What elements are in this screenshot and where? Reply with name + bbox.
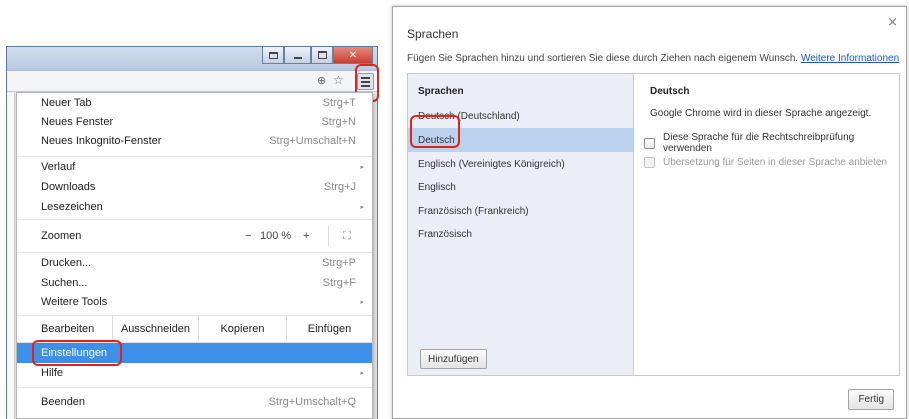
menu-item-find[interactable]: Suchen... Strg+F [17, 273, 372, 293]
menu-item-zoom: Zoomen − 100 % + ⛶ [17, 226, 372, 246]
zoom-level: 100 % [260, 230, 292, 242]
translate-checkbox[interactable] [644, 157, 655, 168]
close-icon[interactable]: × [887, 15, 898, 30]
menu-item-new-window[interactable]: Neues Fenster Strg+N [17, 112, 372, 132]
languages-dialog: Sprachen × Fügen Sie Sprachen hinzu und … [392, 6, 907, 419]
menu-item-exit[interactable]: Beenden Strg+Umschalt+Q [17, 392, 372, 412]
restore-icon [268, 51, 278, 59]
translate-option[interactable]: Übersetzung für Seiten in dieser Sprache… [644, 157, 887, 168]
chrome-menu-button[interactable] [357, 73, 374, 90]
menu-divider [328, 226, 329, 246]
add-language-button[interactable]: Hinzufügen [420, 349, 487, 369]
done-button[interactable]: Fertig [848, 389, 894, 410]
chevron-right-icon: ▸ [360, 164, 364, 171]
language-item[interactable]: Französisch [408, 222, 633, 246]
menu-item-print[interactable]: Drucken... Strg+P [17, 253, 372, 273]
page-content-edge [7, 93, 15, 419]
menu-item-incognito[interactable]: Neues Inkognito-Fenster Strg+Umschalt+N [17, 131, 372, 151]
window-controls: ✕ [262, 47, 373, 65]
menu-item-edit: Bearbeiten Ausschneiden Kopieren Einfüge… [17, 316, 372, 342]
languages-panel: Sprachen Deutsch (Deutschland) Deutsch E… [407, 73, 900, 376]
more-info-link[interactable]: Weitere Informationen [801, 53, 899, 64]
spellcheck-checkbox[interactable] [644, 137, 655, 149]
menu-item-history[interactable]: Verlauf ▸ [17, 157, 372, 177]
paste-button[interactable]: Einfügen [286, 316, 372, 342]
detail-header: Deutsch [650, 86, 690, 97]
chevron-right-icon: ▸ [360, 370, 364, 377]
star-icon[interactable]: ☆ [333, 74, 344, 86]
close-icon: ✕ [348, 49, 358, 61]
maximize-icon [317, 51, 327, 59]
language-detail: Deutsch Google Chrome wird in dieser Spr… [634, 74, 899, 375]
menu-icon [361, 76, 370, 79]
language-item[interactable]: Englisch (Vereinigtes Königreich) [408, 152, 633, 176]
menu-item-downloads[interactable]: Downloads Strg+J [17, 177, 372, 197]
chevron-right-icon: ▸ [360, 204, 364, 211]
copy-button[interactable]: Kopieren [198, 316, 286, 342]
language-item[interactable]: Deutsch (Deutschland) [408, 104, 633, 128]
fullscreen-icon[interactable]: ⛶ [343, 226, 351, 246]
browser-toolbar: ⊕ ☆ [7, 71, 377, 92]
display-language-info: Google Chrome wird in dieser Sprache ang… [650, 108, 872, 119]
language-item[interactable]: Englisch [408, 175, 633, 199]
maximize-button[interactable] [311, 47, 333, 64]
close-window-button[interactable]: ✕ [333, 47, 373, 64]
language-list: Sprachen Deutsch (Deutschland) Deutsch E… [408, 74, 634, 375]
cut-button[interactable]: Ausschneiden [112, 316, 198, 342]
spellcheck-option[interactable]: Diese Sprache für die Rechtschreibprüfun… [644, 132, 899, 154]
dialog-description: Fügen Sie Sprachen hinzu und sortieren S… [407, 53, 900, 64]
menu-item-settings[interactable]: Einstellungen [17, 343, 372, 363]
menu-item-new-tab[interactable]: Neuer Tab Strg+T [17, 93, 372, 113]
menu-separator [17, 219, 372, 220]
restore-small-button[interactable] [262, 47, 284, 64]
languages-header: Sprachen [418, 86, 464, 97]
menu-item-more-tools[interactable]: Weitere Tools ▸ [17, 292, 372, 312]
zoom-in-button[interactable]: + [303, 226, 309, 246]
zoom-icon[interactable]: ⊕ [317, 75, 326, 87]
title-bar: ✕ [7, 47, 377, 71]
minimize-icon [293, 57, 302, 59]
language-item-selected[interactable]: Deutsch [408, 128, 633, 152]
menu-item-bookmarks[interactable]: Lesezeichen ▸ [17, 197, 372, 217]
zoom-out-button[interactable]: − [245, 226, 251, 246]
dialog-title: Sprachen [407, 27, 459, 41]
language-item[interactable]: Französisch (Frankreich) [408, 199, 633, 223]
menu-item-help[interactable]: Hilfe ▸ [17, 363, 372, 383]
chevron-right-icon: ▸ [360, 299, 364, 306]
chrome-menu: Neuer Tab Strg+T Neues Fenster Strg+N Ne… [16, 92, 373, 419]
menu-separator [17, 387, 372, 388]
minimize-button[interactable] [284, 47, 311, 64]
